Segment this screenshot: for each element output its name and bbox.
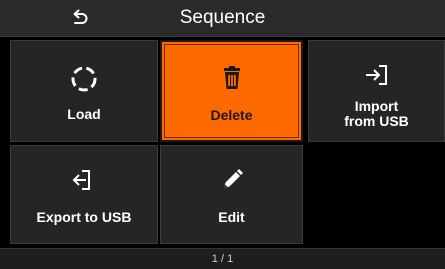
load-label: Load [67, 106, 101, 122]
export-icon [72, 170, 90, 190]
import-label-line2: from USB [344, 113, 409, 129]
export-icon-wrap [11, 162, 157, 198]
import-label-line1: Import [354, 98, 399, 114]
back-button[interactable] [60, 4, 100, 32]
load-icon-wrap [11, 61, 157, 97]
back-arrow-icon [73, 9, 88, 24]
delete-icon-wrap [162, 60, 301, 96]
load-circle-icon [71, 66, 97, 92]
sequence-screen: Sequence Load Delete Import from USB Exp… [0, 0, 445, 269]
trash-icon [223, 66, 240, 89]
export-label: Export to USB [36, 209, 132, 225]
page-indicator: 1 / 1 [211, 253, 234, 265]
edit-icon-wrap [161, 162, 302, 198]
header-bar: Sequence [0, 0, 445, 37]
edit-button[interactable]: Edit [160, 145, 303, 244]
import-icon-wrap [309, 57, 444, 93]
load-button[interactable]: Load [10, 40, 158, 142]
footer-bar: 1 / 1 [0, 248, 445, 269]
edit-label: Edit [218, 209, 245, 225]
delete-label: Delete [210, 107, 253, 123]
import-icon [365, 65, 387, 85]
delete-button[interactable]: Delete [160, 40, 303, 142]
pencil-icon [223, 169, 243, 188]
import-from-usb-button[interactable]: Import from USB [308, 40, 445, 142]
export-to-usb-button[interactable]: Export to USB [10, 145, 158, 244]
